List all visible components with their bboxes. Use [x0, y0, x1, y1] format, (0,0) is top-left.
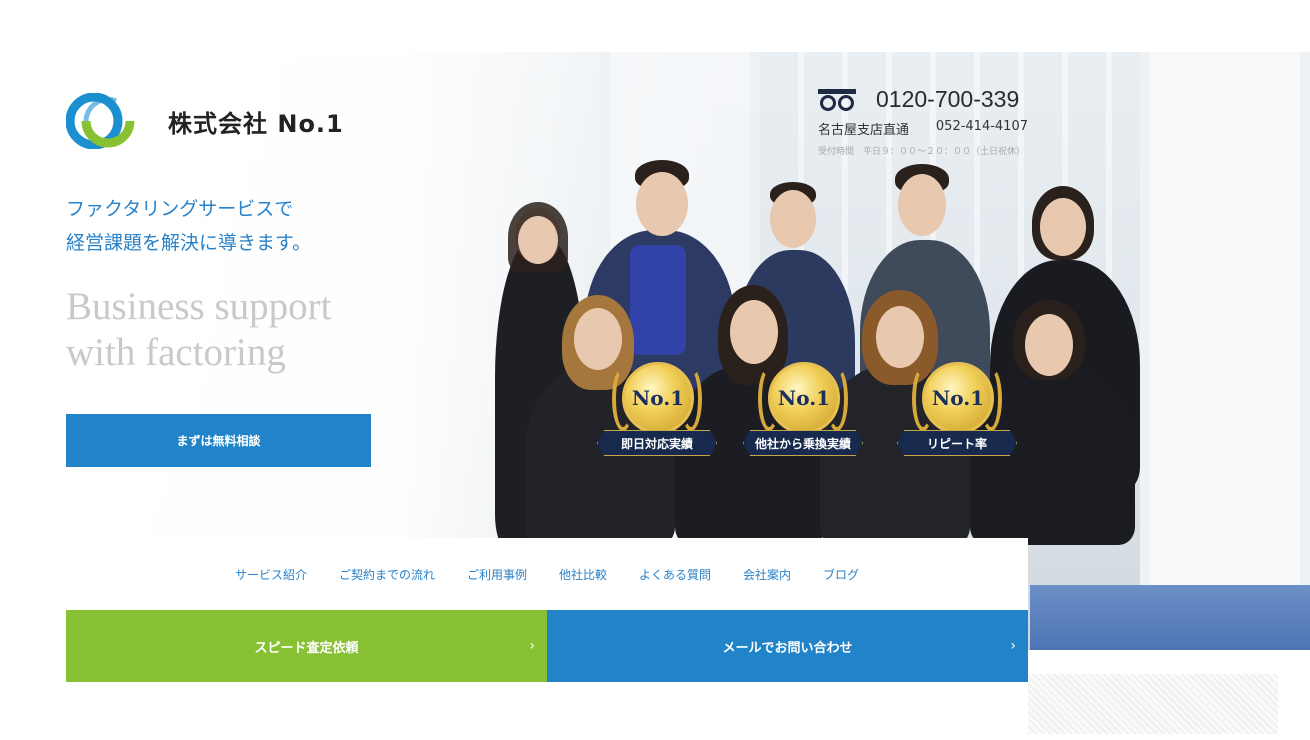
team-photo: [480, 150, 1160, 545]
swirl-logo-icon: [65, 92, 150, 150]
hero-tagline-jp: ファクタリングサービスで 経営課題を解決に導きます。: [66, 192, 311, 260]
button-label: スピード査定依頼: [254, 640, 359, 656]
site-logo[interactable]: 株式会社 No.1: [65, 92, 344, 150]
tagline-line: Business support: [66, 285, 332, 328]
nav-item-service[interactable]: サービス紹介: [235, 566, 307, 583]
award-badge-repeat: No.1 リピート率: [897, 362, 1017, 472]
tagline-line: ファクタリングサービスで: [66, 198, 294, 220]
award-badge-switch: No.1 他社から乗換実績: [743, 362, 863, 472]
award-badge-same-day: No.1 即日対応実績: [597, 362, 717, 472]
branch-label: 名古屋支店直通: [818, 123, 910, 138]
chevron-right-icon: ›: [529, 638, 535, 654]
business-hours: 受付時間 平日９：００～２０：００（土日祝休）: [818, 147, 1026, 157]
tagline-line: with factoring: [66, 331, 286, 374]
button-label: メールでお問い合わせ: [722, 640, 853, 656]
tagline-line: 経営課題を解決に導きます。: [66, 232, 312, 254]
mail-inquiry-button[interactable]: メールでお問い合わせ ›: [547, 610, 1028, 682]
free-consultation-button[interactable]: まずは無料相談: [66, 414, 371, 467]
gold-medal-icon: No.1: [768, 362, 840, 434]
company-name: 株式会社 No.1: [168, 109, 344, 138]
nav-item-blog[interactable]: ブログ: [823, 566, 859, 583]
badge-ribbon-label: 他社から乗換実績: [743, 430, 863, 456]
nav-item-flow[interactable]: ご契約までの流れ: [339, 566, 435, 583]
window-pane: [1140, 52, 1310, 650]
phone-number-link[interactable]: 0120-700-339: [876, 86, 1019, 113]
freedial-icon: [818, 88, 856, 111]
contact-info: 0120-700-339 名古屋支店直通 052-414-4107 受付時間 平…: [818, 86, 1028, 157]
badge-ribbon-label: リピート率: [897, 430, 1017, 456]
nav-item-faq[interactable]: よくある質問: [639, 566, 711, 583]
speed-assessment-button[interactable]: スピード査定依頼 ›: [66, 610, 547, 682]
nav-item-cases[interactable]: ご利用事例: [467, 566, 527, 583]
gold-medal-icon: No.1: [922, 362, 994, 434]
badge-ribbon-label: 即日対応実績: [597, 430, 717, 456]
nav-item-compare[interactable]: 他社比較: [559, 566, 607, 583]
gold-medal-icon: No.1: [622, 362, 694, 434]
chevron-right-icon: ›: [1010, 638, 1016, 654]
hero-tagline-en: Business support with factoring: [66, 284, 331, 376]
branch-phone-link[interactable]: 052-414-4107: [936, 119, 1028, 138]
nav-item-company[interactable]: 会社案内: [743, 566, 791, 583]
action-buttons: スピード査定依頼 › メールでお問い合わせ ›: [66, 610, 1028, 682]
office-floor: [1030, 585, 1310, 650]
decorative-stripe: [1028, 674, 1278, 734]
global-nav: サービス紹介 ご契約までの流れ ご利用事例 他社比較 よくある質問 会社案内 ブ…: [66, 538, 1028, 610]
